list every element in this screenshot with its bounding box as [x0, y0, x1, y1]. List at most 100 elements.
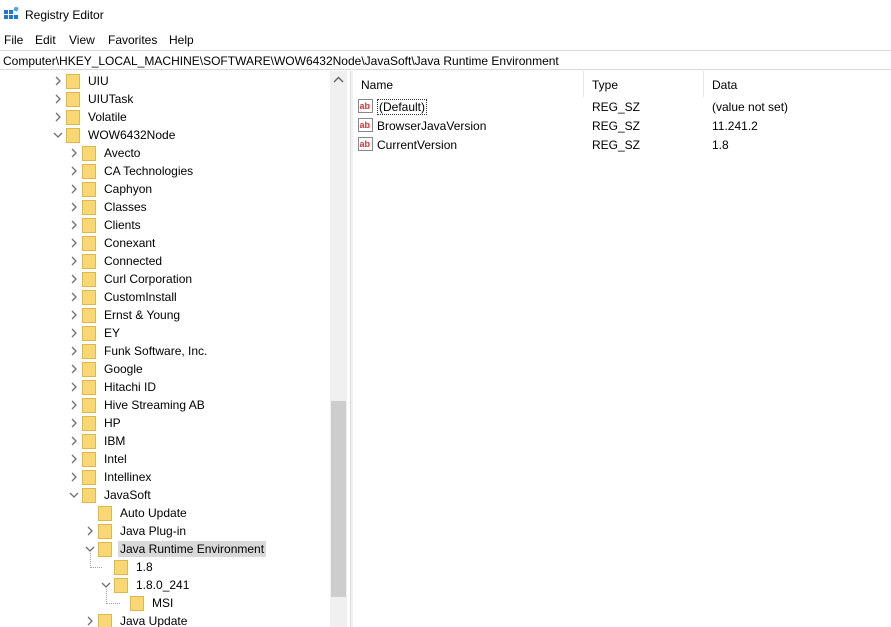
- value-row[interactable]: ab (Default) REG_SZ (value not set): [353, 97, 891, 116]
- chevron-right-icon[interactable]: [84, 612, 96, 627]
- chevron-right-icon[interactable]: [68, 216, 80, 234]
- value-type[interactable]: REG_SZ: [592, 138, 640, 152]
- tree-item-label[interactable]: Java Plug-in: [118, 523, 188, 539]
- tree-item-label[interactable]: Auto Update: [118, 505, 189, 521]
- folder-icon: [82, 200, 96, 215]
- value-data[interactable]: (value not set): [712, 100, 788, 114]
- chevron-right-icon[interactable]: [68, 396, 80, 414]
- menu-help[interactable]: Help: [169, 33, 194, 47]
- folder-icon: [82, 380, 96, 395]
- tree-item-label[interactable]: Clients: [102, 217, 143, 233]
- tree-item-label[interactable]: HP: [102, 415, 123, 431]
- chevron-right-icon[interactable]: [68, 324, 80, 342]
- chevron-right-icon[interactable]: [68, 414, 80, 432]
- value-name[interactable]: (Default): [377, 99, 428, 115]
- tree-item-label[interactable]: Java Runtime Environment: [118, 541, 267, 557]
- folder-icon: [82, 362, 96, 377]
- tree-item-label[interactable]: UIUTask: [86, 91, 135, 107]
- tree-item-label[interactable]: Classes: [102, 199, 149, 215]
- tree-scrollbar[interactable]: [330, 71, 347, 627]
- tree-item-label[interactable]: CustomInstall: [102, 289, 179, 305]
- registry-editor-icon: [4, 7, 19, 19]
- folder-icon: [130, 596, 144, 611]
- tree-item-label[interactable]: Java Update: [118, 613, 189, 627]
- menu-file[interactable]: File: [4, 33, 23, 47]
- column-header-data[interactable]: Data: [704, 71, 891, 97]
- string-value-icon: ab: [358, 118, 373, 132]
- chevron-right-icon[interactable]: [68, 180, 80, 198]
- column-header-name[interactable]: Name: [353, 71, 584, 97]
- value-name[interactable]: CurrentVersion: [377, 138, 457, 152]
- tree-item-label[interactable]: Intel: [102, 451, 129, 467]
- chevron-right-icon[interactable]: [68, 342, 80, 360]
- chevron-right-icon[interactable]: [68, 234, 80, 252]
- folder-icon: [82, 272, 96, 287]
- menu-edit[interactable]: Edit: [35, 33, 56, 47]
- tree-item-label[interactable]: Conexant: [102, 235, 157, 251]
- value-row[interactable]: ab BrowserJavaVersion REG_SZ 11.241.2: [353, 116, 891, 135]
- menu-view[interactable]: View: [69, 33, 95, 47]
- tree-item-label[interactable]: Curl Corporation: [102, 271, 194, 287]
- chevron-right-icon[interactable]: [68, 270, 80, 288]
- chevron-right-icon[interactable]: [68, 432, 80, 450]
- tree-item-label[interactable]: Ernst & Young: [102, 307, 182, 323]
- tree-item-label[interactable]: Hive Streaming AB: [102, 397, 207, 413]
- tree-connector-line: [90, 567, 102, 568]
- tree-item-label[interactable]: Volatile: [86, 109, 129, 125]
- chevron-right-icon[interactable]: [68, 450, 80, 468]
- tree-item-label[interactable]: Connected: [102, 253, 164, 269]
- chevron-right-icon[interactable]: [68, 198, 80, 216]
- tree-item-label[interactable]: 1.8.0_241: [134, 577, 191, 593]
- chevron-down-icon[interactable]: [52, 126, 64, 144]
- address-path[interactable]: Computer\HKEY_LOCAL_MACHINE\SOFTWARE\WOW…: [3, 54, 559, 68]
- value-data[interactable]: 11.241.2: [712, 119, 758, 133]
- chevron-right-icon[interactable]: [52, 90, 64, 108]
- tree-item-label[interactable]: Hitachi ID: [102, 379, 158, 395]
- address-bar[interactable]: Computer\HKEY_LOCAL_MACHINE\SOFTWARE\WOW…: [0, 50, 891, 70]
- tree-item-label[interactable]: JavaSoft: [102, 487, 153, 503]
- chevron-down-icon[interactable]: [68, 486, 80, 504]
- chevron-right-icon[interactable]: [68, 360, 80, 378]
- key-tree-pane[interactable]: UIU UIUTask Volatile WOW6432Node Avecto CA Te…: [0, 71, 347, 627]
- tree-item-label[interactable]: Caphyon: [102, 181, 154, 197]
- tree-item-label[interactable]: Avecto: [102, 145, 142, 161]
- value-data[interactable]: 1.8: [712, 138, 729, 152]
- value-name[interactable]: BrowserJavaVersion: [377, 119, 486, 133]
- tree-item-label[interactable]: Intellinex: [102, 469, 153, 485]
- folder-icon: [114, 578, 128, 593]
- folder-icon: [82, 290, 96, 305]
- chevron-right-icon[interactable]: [68, 306, 80, 324]
- chevron-right-icon[interactable]: [52, 108, 64, 126]
- folder-icon: [66, 128, 80, 143]
- chevron-right-icon[interactable]: [68, 144, 80, 162]
- chevron-right-icon[interactable]: [68, 468, 80, 486]
- tree-item-label[interactable]: WOW6432Node: [86, 127, 177, 143]
- folder-icon: [82, 326, 96, 341]
- value-row[interactable]: ab CurrentVersion REG_SZ 1.8: [353, 135, 891, 154]
- chevron-right-icon[interactable]: [84, 522, 96, 540]
- tree-item-label[interactable]: CA Technologies: [102, 163, 195, 179]
- tree-item-label[interactable]: Funk Software, Inc.: [102, 343, 209, 359]
- folder-icon: [82, 344, 96, 359]
- chevron-right-icon[interactable]: [68, 252, 80, 270]
- folder-icon: [82, 218, 96, 233]
- tree-item-label[interactable]: UIU: [86, 73, 111, 89]
- tree-item-label[interactable]: 1.8: [134, 559, 155, 575]
- menu-favorites[interactable]: Favorites: [108, 33, 157, 47]
- chevron-right-icon[interactable]: [68, 378, 80, 396]
- chevron-right-icon[interactable]: [68, 162, 80, 180]
- folder-icon: [98, 614, 112, 627]
- menu-bar: File Edit View Favorites Help: [0, 30, 891, 50]
- value-type[interactable]: REG_SZ: [592, 100, 640, 114]
- tree-item-label[interactable]: IBM: [102, 433, 127, 449]
- tree-item-label[interactable]: EY: [102, 325, 122, 341]
- tree-item-label[interactable]: MSI: [150, 595, 175, 611]
- column-header-type[interactable]: Type: [584, 71, 704, 97]
- chevron-right-icon[interactable]: [68, 288, 80, 306]
- scrollbar-thumb[interactable]: [331, 401, 346, 597]
- tree-item-label[interactable]: Google: [102, 361, 145, 377]
- chevron-right-icon[interactable]: [52, 72, 64, 90]
- scroll-up-arrow-icon[interactable]: [330, 73, 347, 87]
- values-list-pane[interactable]: Name Type Data ab (Default) REG_SZ (value n…: [353, 71, 891, 627]
- value-type[interactable]: REG_SZ: [592, 119, 640, 133]
